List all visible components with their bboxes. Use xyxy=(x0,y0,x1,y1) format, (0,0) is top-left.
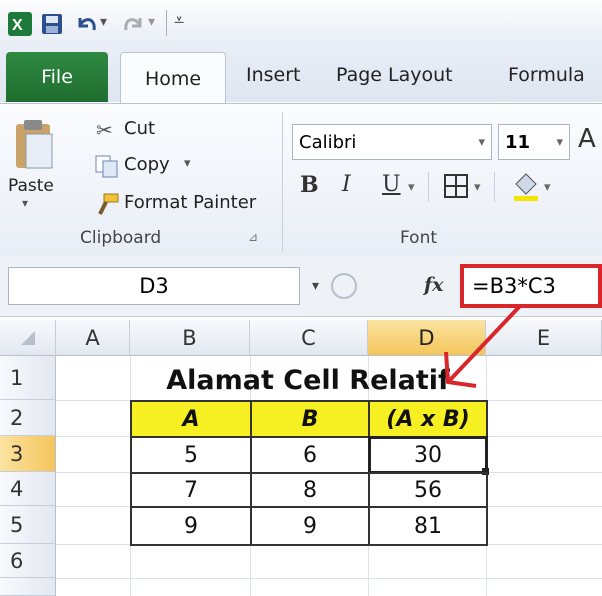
annotation-arrow-icon xyxy=(444,304,522,388)
